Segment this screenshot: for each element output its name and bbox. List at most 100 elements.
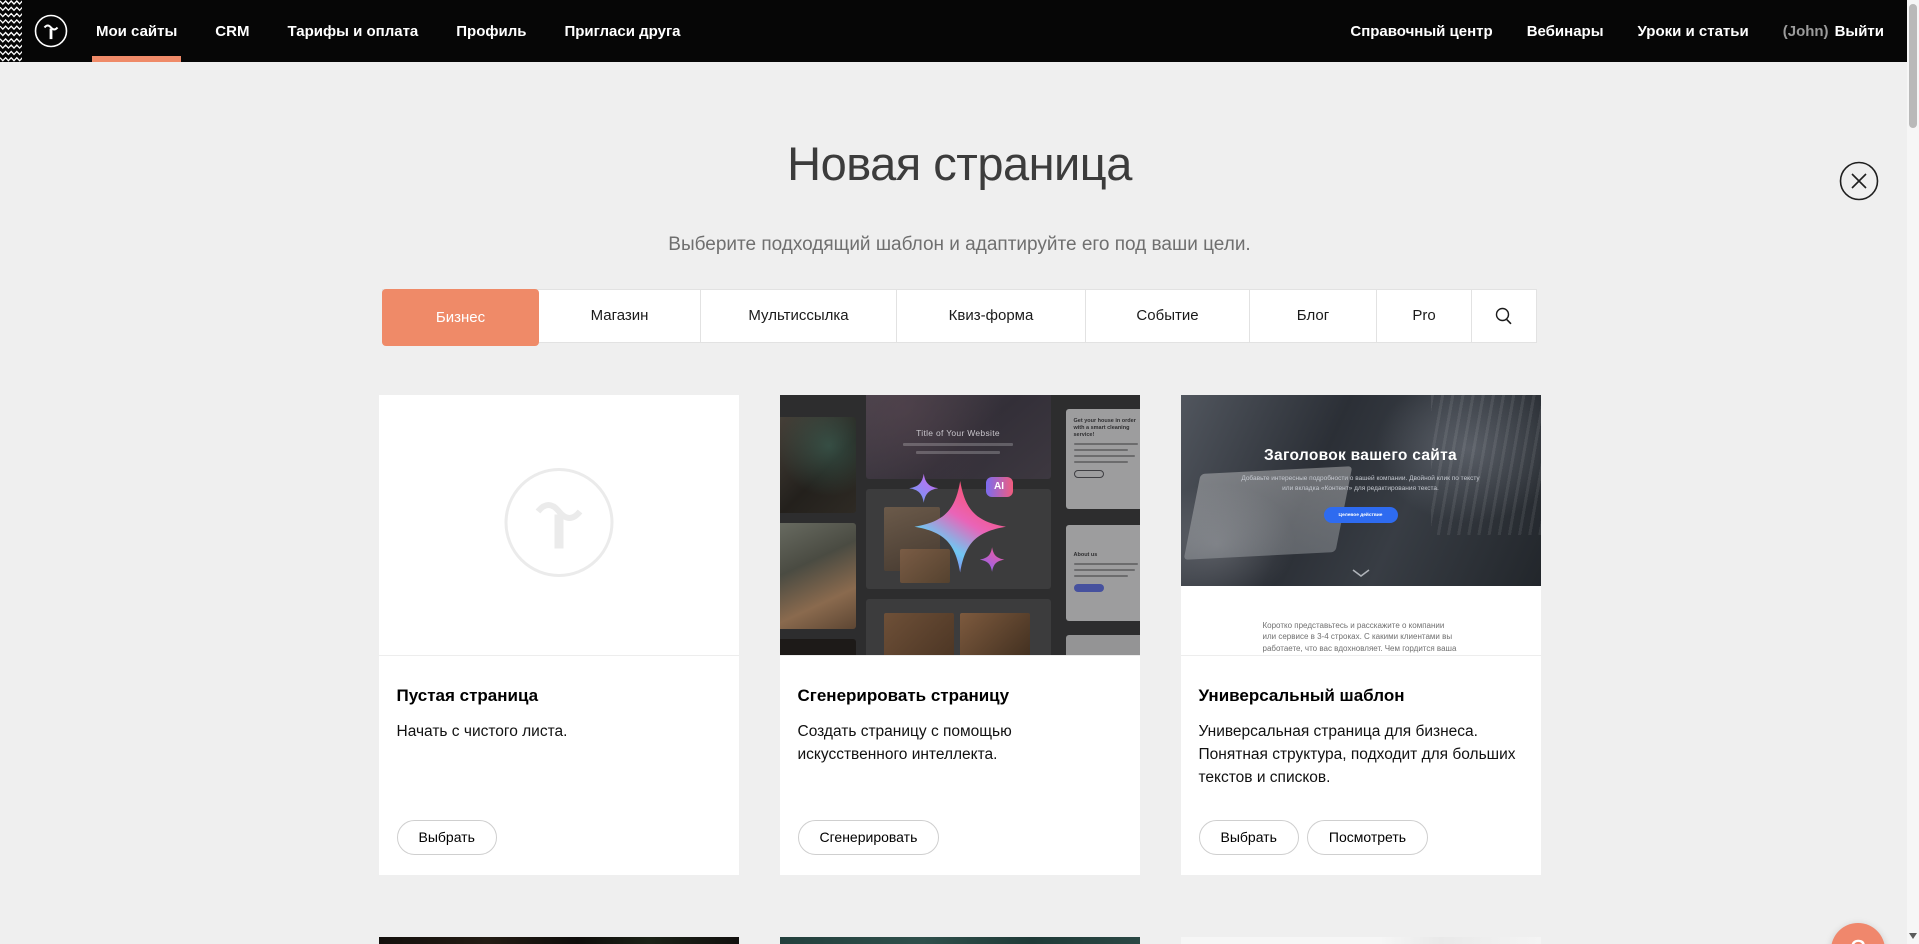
nav-item-label: Мои сайты xyxy=(96,23,177,40)
nav-item-label: Вебинары xyxy=(1527,23,1604,40)
ai-badge: AI xyxy=(986,477,1013,497)
text-line-decoration xyxy=(1074,563,1139,565)
card-description: Создать страницу с помощью искусственног… xyxy=(798,720,1122,767)
new-page-dialog: Новая страница Выберите подходящий шабло… xyxy=(0,62,1919,944)
collage-doc-title: Get your house in order with a smart cle… xyxy=(1074,418,1140,439)
collage-photo-tile xyxy=(960,613,1030,656)
choose-button[interactable]: Выбрать xyxy=(1199,820,1299,855)
collage-hero-title: Title of Your Website xyxy=(916,428,1000,438)
page-subtitle: Выберите подходящий шаблон и адаптируйте… xyxy=(0,234,1919,256)
card-description: Универсальная страница для бизнеса. Поня… xyxy=(1199,720,1523,790)
page-scrollbar xyxy=(1907,0,1919,944)
template-cta-button: Целевое действие xyxy=(1324,507,1398,523)
tab-store[interactable]: Магазин xyxy=(539,290,701,342)
template-card-partial[interactable] xyxy=(780,937,1140,944)
template-category-tabs: Бизнес Магазин Мультиссылка Квиз-форма С… xyxy=(382,289,1537,343)
template-card-ai-generate: Title of Your Website Get your house in … xyxy=(780,395,1140,875)
nav-item-logout[interactable]: (John) Выйти xyxy=(1781,0,1886,62)
nav-item-crm[interactable]: CRM xyxy=(213,0,251,62)
tab-business[interactable]: Бизнес xyxy=(382,289,539,346)
nav-left-menu: Мои сайты CRM Тарифы и оплата Профиль Пр… xyxy=(94,0,717,62)
top-navbar: Мои сайты CRM Тарифы и оплата Профиль Пр… xyxy=(0,0,1919,62)
card-title: Сгенерировать страницу xyxy=(798,686,1122,706)
text-line-decoration xyxy=(1074,449,1128,451)
nav-item-label: Уроки и статьи xyxy=(1638,23,1749,40)
text-line-decoration xyxy=(916,451,1000,454)
template-cards-row-1: Пустая страница Начать с чистого листа. … xyxy=(379,395,1541,875)
collage-about-tile: About us xyxy=(1066,525,1140,621)
collage-doc-tile: Get your house in order with a smart cle… xyxy=(1066,409,1140,509)
template-hero-title: Заголовок вашего сайта xyxy=(1264,447,1457,465)
card-title: Универсальный шаблон xyxy=(1199,686,1523,706)
page-title: Новая страница xyxy=(0,62,1919,190)
collage-photo-tile xyxy=(900,549,950,583)
text-line-decoration xyxy=(903,443,1013,446)
template-body-text: Коротко представьтесь и расскажите о ком… xyxy=(1263,620,1459,656)
mini-button-decoration xyxy=(1074,584,1104,592)
card-title: Пустая страница xyxy=(397,686,721,706)
text-line-decoration xyxy=(1074,443,1139,445)
nav-item-lessons[interactable]: Уроки и статьи xyxy=(1636,0,1751,62)
template-card-partial[interactable] xyxy=(379,937,739,944)
close-button[interactable] xyxy=(1839,161,1879,201)
collage-content-tile xyxy=(866,599,1051,656)
close-icon xyxy=(1839,161,1879,201)
template-card-universal: Заголовок вашего сайта Добавьте интересн… xyxy=(1181,395,1541,875)
collage-photo-tile xyxy=(780,417,856,513)
nav-right-menu: Справочный центр Вебинары Уроки и статьи… xyxy=(1318,0,1886,62)
scrollbar-down-arrow[interactable] xyxy=(1909,933,1917,939)
logout-label: Выйти xyxy=(1835,23,1884,40)
nav-item-help-center[interactable]: Справочный центр xyxy=(1348,0,1494,62)
nav-item-my-sites[interactable]: Мои сайты xyxy=(94,0,179,62)
chevron-down-icon xyxy=(1351,568,1371,578)
collage-hero-tile: Title of Your Website xyxy=(866,395,1051,479)
nav-item-label: Профиль xyxy=(456,23,526,40)
collage-doc-tile xyxy=(1066,635,1140,656)
nav-item-profile[interactable]: Профиль xyxy=(454,0,528,62)
tab-multilink[interactable]: Мультиссылка xyxy=(701,290,897,342)
scrollbar-thumb[interactable] xyxy=(1909,4,1917,128)
universal-template-preview[interactable]: Заголовок вашего сайта Добавьте интересн… xyxy=(1181,395,1541,656)
tab-blog[interactable]: Блог xyxy=(1250,290,1377,342)
preview-button[interactable]: Посмотреть xyxy=(1307,820,1428,855)
template-cards-row-2 xyxy=(379,937,1541,944)
nav-item-label: Тарифы и оплата xyxy=(287,23,418,40)
template-text-section: Коротко представьтесь и расскажите о ком… xyxy=(1181,586,1541,656)
help-button[interactable]: ? xyxy=(1831,923,1885,944)
text-line-decoration xyxy=(1074,455,1135,457)
template-preview-image xyxy=(1181,937,1541,944)
zigzag-pattern-decoration xyxy=(0,0,22,62)
collage-photo-tile xyxy=(780,523,856,629)
tab-pro[interactable]: Pro xyxy=(1377,290,1472,342)
ai-generate-preview[interactable]: Title of Your Website Get your house in … xyxy=(780,395,1140,656)
active-nav-underline xyxy=(92,56,181,62)
text-line-decoration xyxy=(1074,569,1135,571)
blank-page-preview[interactable] xyxy=(379,395,739,656)
mini-button-decoration xyxy=(1074,470,1104,478)
tab-event[interactable]: Событие xyxy=(1086,290,1250,342)
template-card-partial[interactable] xyxy=(1181,937,1541,944)
search-tab[interactable] xyxy=(1472,290,1536,342)
nav-item-tariffs[interactable]: Тарифы и оплата xyxy=(285,0,420,62)
template-preview-image xyxy=(379,937,739,944)
user-name: (John) xyxy=(1783,23,1829,40)
text-line-decoration xyxy=(1074,575,1128,577)
collage-content-tile xyxy=(866,489,1051,589)
template-card-blank: Пустая страница Начать с чистого листа. … xyxy=(379,395,739,875)
collage-about-title: About us xyxy=(1074,552,1140,559)
tilda-watermark-icon xyxy=(503,466,615,583)
card-description: Начать с чистого листа. xyxy=(397,720,721,743)
tab-quiz-form[interactable]: Квиз-форма xyxy=(897,290,1086,342)
text-line-decoration xyxy=(1074,461,1128,463)
nav-item-invite-friend[interactable]: Пригласи друга xyxy=(562,0,682,62)
search-icon xyxy=(1494,306,1514,326)
template-hero-subtitle: Добавьте интересные подробности о вашей … xyxy=(1236,474,1486,495)
tilda-logo[interactable] xyxy=(34,14,68,48)
nav-item-label: CRM xyxy=(215,23,249,40)
nav-item-label: Пригласи друга xyxy=(564,23,680,40)
template-preview-image xyxy=(780,937,1140,944)
generate-button[interactable]: Сгенерировать xyxy=(798,820,940,855)
nav-item-webinars[interactable]: Вебинары xyxy=(1525,0,1606,62)
collage-photo-tile xyxy=(884,613,954,656)
choose-button[interactable]: Выбрать xyxy=(397,820,497,855)
